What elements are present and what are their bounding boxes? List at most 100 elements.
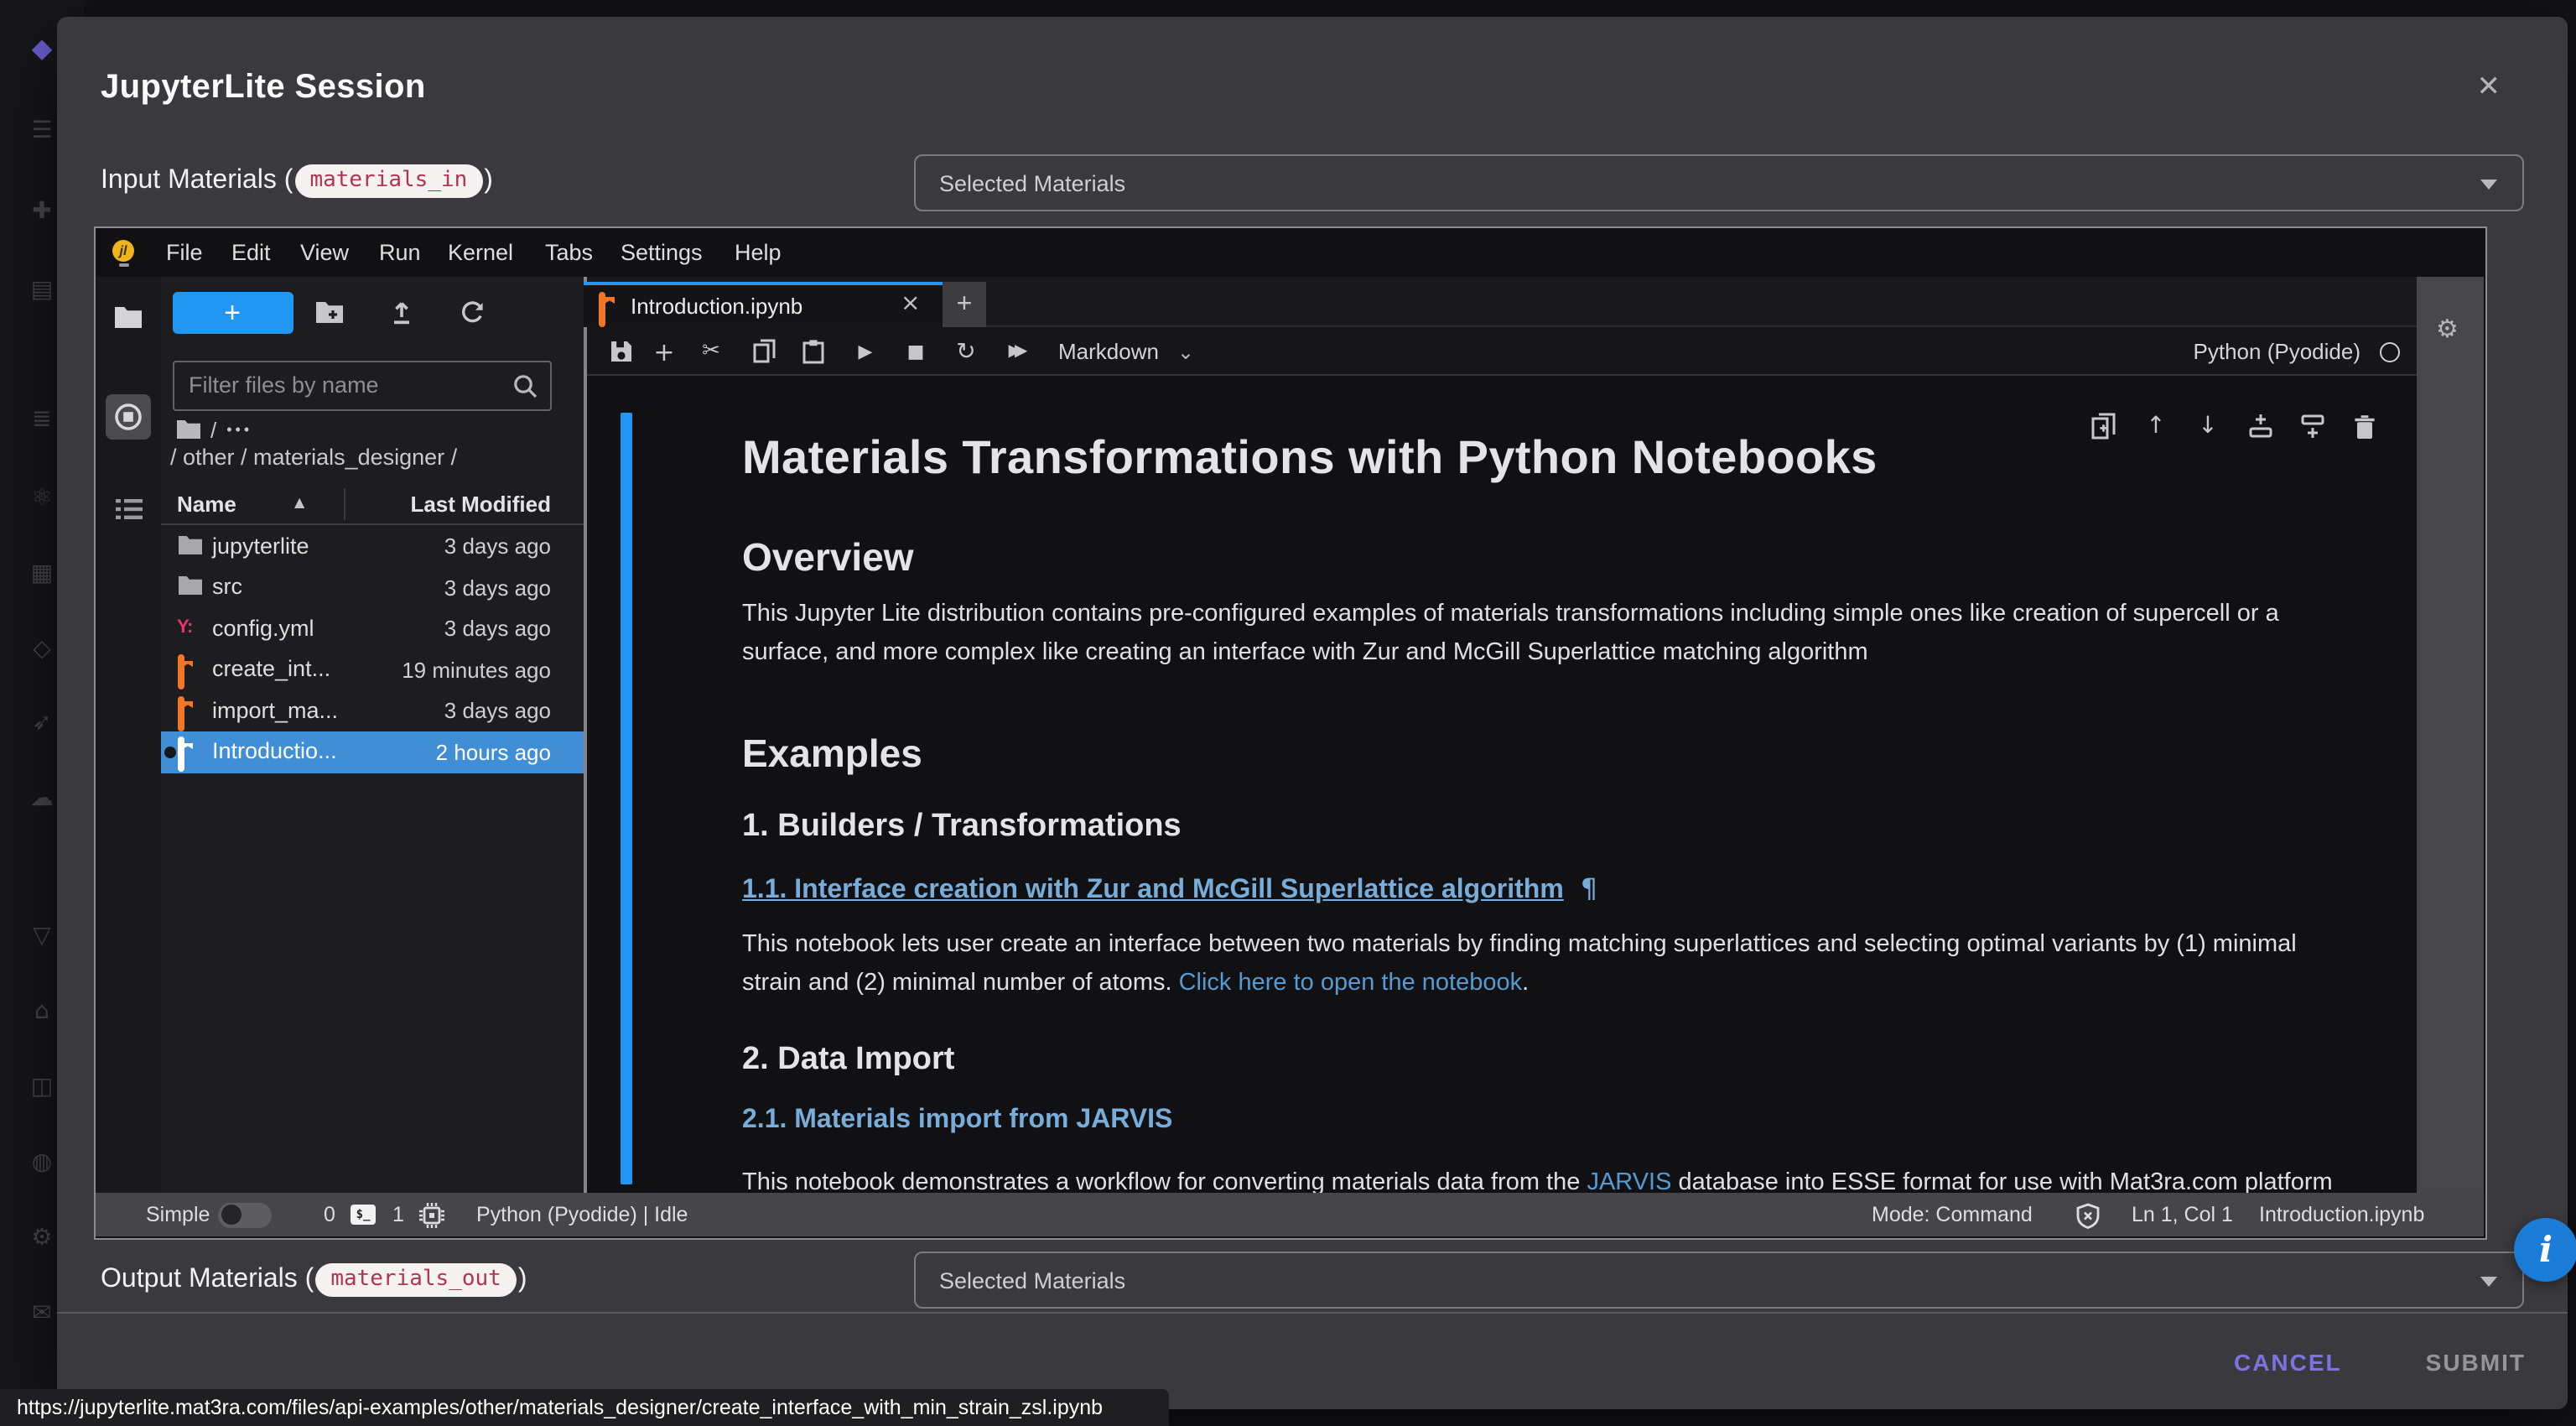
terminal-icon[interactable]: $_ bbox=[351, 1204, 376, 1224]
file-row-src[interactable]: src 3 days ago bbox=[160, 567, 583, 608]
chevron-down-icon bbox=[2480, 1277, 2497, 1287]
insert-cell-icon[interactable]: + bbox=[644, 327, 684, 376]
filebrowser-tab-folder-icon[interactable] bbox=[106, 294, 151, 339]
folder-icon bbox=[177, 534, 202, 558]
new-folder-icon[interactable] bbox=[311, 294, 348, 330]
notebook-h3-data-import: 2. Data Import bbox=[742, 1042, 2335, 1079]
save-icon[interactable] bbox=[600, 327, 641, 376]
notebook-content[interactable]: ↑ ↓ Materials Trans bbox=[587, 376, 2416, 1192]
pilcrow-anchor-icon[interactable]: ¶ bbox=[1581, 872, 1597, 904]
jupyter-menubar: jl File Edit View Run Kernel Tabs Settin… bbox=[96, 228, 2485, 277]
right-sidebar-strip: ⚙ bbox=[2416, 277, 2484, 1192]
output-materials-dropdown[interactable]: Selected Materials bbox=[914, 1252, 2524, 1309]
tab-close-icon[interactable]: × bbox=[901, 289, 920, 316]
file-row-config-yml[interactable]: Y: config.yml 3 days ago bbox=[160, 608, 583, 649]
zsl-notebook-link[interactable]: 1.1. Interface creation with Zur and McG… bbox=[742, 876, 1564, 904]
file-browser: + bbox=[160, 277, 583, 1192]
app-sidebar-grid-icon: ▦ bbox=[27, 559, 57, 589]
kernel-selector[interactable]: Python (Pyodide) bbox=[2194, 327, 2399, 376]
breadcrumb-current-path[interactable]: / other / materials_designer / bbox=[170, 445, 457, 470]
file-filter-input[interactable] bbox=[174, 362, 549, 409]
file-row-jupyterlite[interactable]: jupyterlite 3 days ago bbox=[160, 526, 583, 567]
terminals-count[interactable]: 0 bbox=[324, 1192, 335, 1236]
upload-icon[interactable] bbox=[383, 294, 420, 330]
run-cell-icon[interactable]: ▶ bbox=[845, 327, 886, 376]
output-dropdown-label: Selected Materials bbox=[939, 1267, 1125, 1293]
breadcrumb[interactable]: / ••• bbox=[175, 418, 252, 441]
jarvis-link[interactable]: JARVIS bbox=[1587, 1169, 1671, 1192]
input-materials-dropdown[interactable]: Selected Materials bbox=[914, 154, 2524, 211]
open-notebook-link[interactable]: Click here to open the notebook bbox=[1179, 970, 1523, 997]
search-icon bbox=[511, 372, 539, 400]
property-inspector-gear-icon[interactable]: ⚙ bbox=[2436, 314, 2459, 344]
running-kernels-tab-icon[interactable] bbox=[106, 394, 151, 440]
table-of-contents-tab-icon[interactable] bbox=[106, 487, 151, 532]
tab-introduction-ipynb[interactable]: Introduction.ipynb × bbox=[584, 281, 943, 327]
menu-file[interactable]: File bbox=[166, 228, 203, 277]
cell-type-dropdown[interactable]: Markdown⌄ bbox=[1058, 327, 1194, 376]
new-tab-button[interactable]: + bbox=[943, 281, 986, 327]
column-last-modified[interactable]: Last Modified bbox=[410, 492, 551, 517]
notebook-file-icon bbox=[177, 695, 184, 731]
file-name: Introductio... bbox=[212, 738, 337, 763]
folder-icon bbox=[177, 575, 202, 599]
cancel-button[interactable]: CANCEL bbox=[2224, 1342, 2352, 1382]
jarvis-heading-link[interactable]: 2.1. Materials import from JARVIS bbox=[742, 1106, 2335, 1136]
menu-run[interactable]: Run bbox=[379, 228, 421, 277]
kernel-status-text[interactable]: Python (Pyodide) | Idle bbox=[476, 1192, 688, 1236]
app-sidebar-diamond-icon: ◇ bbox=[27, 634, 57, 664]
cell-type-value: Markdown bbox=[1058, 339, 1159, 364]
breadcrumb-root[interactable]: / bbox=[210, 417, 216, 442]
file-modified: 19 minutes ago bbox=[402, 657, 551, 682]
notebook-h3-builders: 1. Builders / Transformations bbox=[742, 809, 2335, 846]
app-sidebar-home-icon: ⌂ bbox=[27, 997, 57, 1027]
modal-title: JupyterLite Session bbox=[101, 69, 426, 107]
refresh-icon[interactable] bbox=[454, 294, 491, 330]
menu-settings[interactable]: Settings bbox=[621, 228, 703, 277]
active-file-name: Introduction.ipynb bbox=[2259, 1192, 2424, 1236]
menu-help[interactable]: Help bbox=[735, 228, 782, 277]
jupyterlite-frame: jl File Edit View Run Kernel Tabs Settin… bbox=[94, 226, 2487, 1240]
menu-kernel[interactable]: Kernel bbox=[448, 228, 513, 277]
new-launcher-button[interactable]: + bbox=[172, 291, 293, 333]
notebook-area: Introduction.ipynb × + + ✂ bbox=[587, 277, 2416, 1192]
simple-mode-toggle[interactable] bbox=[218, 1202, 272, 1227]
restart-run-all-icon[interactable]: ▶▶ bbox=[995, 327, 1035, 376]
notebook-file-icon bbox=[177, 654, 184, 690]
file-modified: 3 days ago bbox=[444, 616, 551, 641]
menu-view[interactable]: View bbox=[300, 228, 349, 277]
app-sidebar-circle-icon: ◍ bbox=[27, 1148, 57, 1178]
kernels-count[interactable]: 1 bbox=[392, 1192, 404, 1236]
close-icon[interactable]: ✕ bbox=[2477, 70, 2501, 104]
file-name: jupyterlite bbox=[212, 533, 309, 558]
column-name[interactable]: Name bbox=[177, 492, 236, 517]
notebook-import-paragraph: This notebook demonstrates a workflow fo… bbox=[742, 1164, 2335, 1192]
delete-cell-icon[interactable] bbox=[2350, 413, 2378, 440]
editor-mode: Mode: Command bbox=[1872, 1192, 2033, 1236]
kernel-status-icon bbox=[2379, 341, 2399, 362]
menu-edit[interactable]: Edit bbox=[231, 228, 271, 277]
file-row-import-materials[interactable]: import_ma... 3 days ago bbox=[160, 690, 583, 731]
info-button[interactable]: i bbox=[2514, 1218, 2576, 1282]
restart-kernel-icon[interactable]: ↻ bbox=[946, 327, 986, 376]
menu-tabs[interactable]: Tabs bbox=[545, 228, 593, 277]
trust-shield-icon[interactable] bbox=[2075, 1202, 2101, 1229]
submit-button[interactable]: SUBMIT bbox=[2416, 1342, 2536, 1382]
breadcrumb-ellipsis[interactable]: ••• bbox=[226, 421, 252, 438]
kernel-chip-icon[interactable] bbox=[419, 1202, 444, 1227]
file-list-header[interactable]: Name ▲ Last Modified bbox=[160, 485, 583, 524]
file-row-introduction-selected[interactable]: Introductio... 2 hours ago bbox=[160, 731, 583, 773]
toggle-knob bbox=[221, 1205, 241, 1225]
paste-cells-icon[interactable] bbox=[793, 327, 834, 376]
stop-kernel-icon[interactable]: ■ bbox=[896, 327, 936, 376]
input-materials-label: Input Materials ( materials_in ) bbox=[101, 159, 493, 203]
cursor-position[interactable]: Ln 1, Col 1 bbox=[2132, 1192, 2233, 1236]
cut-cells-icon[interactable]: ✂ bbox=[691, 327, 731, 376]
file-row-create-interface[interactable]: create_int... 19 minutes ago bbox=[160, 649, 583, 690]
sort-ascending-icon[interactable]: ▲ bbox=[294, 495, 304, 510]
notebook-h2-overview: Overview bbox=[742, 535, 2335, 580]
copy-cells-icon[interactable] bbox=[745, 327, 785, 376]
import-text: This notebook demonstrates a workflow fo… bbox=[742, 1169, 1587, 1192]
cell-collapser[interactable] bbox=[620, 413, 631, 1184]
input-variable-chip: materials_in bbox=[294, 164, 482, 198]
